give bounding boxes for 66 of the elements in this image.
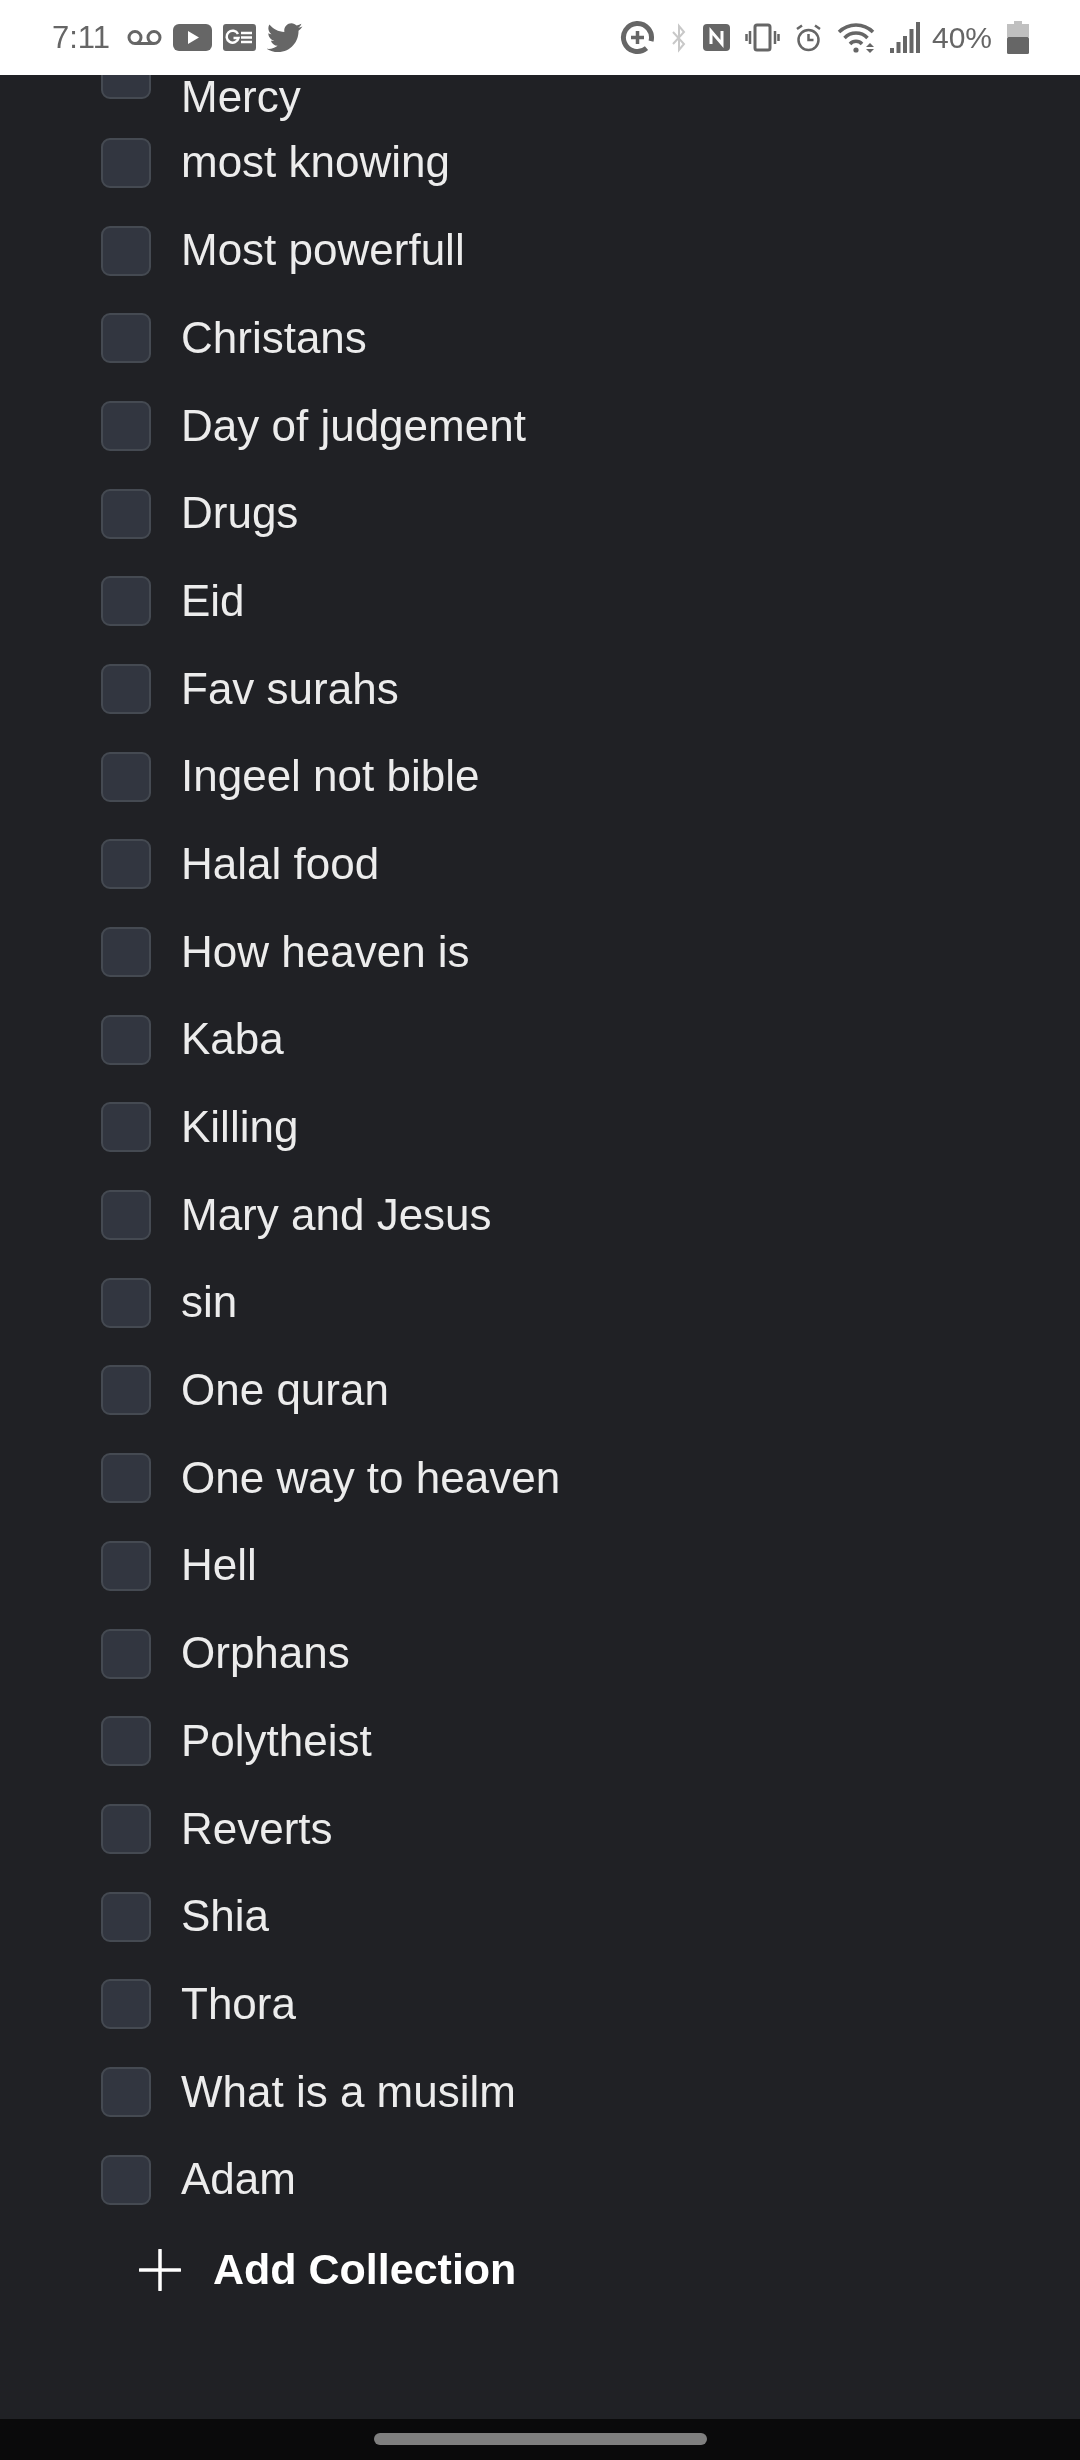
checkbox[interactable] [101,1979,151,2030]
nfc-icon [702,24,730,51]
checkbox[interactable] [101,576,151,627]
checkbox[interactable] [101,313,151,364]
collection-label: Halal food [181,837,380,890]
checkbox[interactable] [101,751,151,802]
checkbox[interactable] [101,488,151,539]
checkbox[interactable] [101,1277,151,1328]
checkbox[interactable] [101,839,151,890]
collection-label: Mercy [181,75,301,119]
checkbox[interactable] [101,2154,151,2205]
vibrate-icon [744,23,780,52]
collection-label: Kaba [181,1013,284,1066]
checkbox[interactable] [101,1716,151,1767]
collection-label: sin [181,1276,238,1329]
collection-label: Christans [181,311,367,364]
checkbox[interactable] [101,1803,151,1854]
collection-label: Shia [181,1890,270,1943]
collection-label: Thora [181,1977,296,2030]
checkbox[interactable] [101,400,151,451]
collection-label: most knowing [181,136,450,189]
checkbox[interactable] [101,225,151,276]
checkbox[interactable] [101,927,151,978]
checkbox[interactable] [101,1891,151,1942]
collection-label: Orphans [181,1627,350,1680]
checkbox[interactable] [101,1453,151,1504]
collection-label: Ingeel not bible [181,750,480,803]
collection-label: Eid [181,574,245,627]
news-icon [223,24,257,51]
collection-label: Reverts [181,1802,333,1855]
collection-label: How heaven is [181,925,470,978]
signal-icon [889,22,921,53]
collection-label: Mary and Jesus [181,1188,492,1241]
collection-label: One quran [181,1364,389,1417]
checkbox[interactable] [101,1365,151,1416]
collection-label: What is a musilm [181,2065,516,2118]
play-icon [173,24,213,51]
checkbox[interactable] [101,1628,151,1679]
collection-label: Fav surahs [181,662,399,715]
voicemail-icon [127,29,163,46]
circle-plus-icon [619,20,655,55]
bluetooth-icon [669,22,688,53]
collection-label: Most powerfull [181,224,465,277]
checkbox[interactable] [101,663,151,714]
checkbox[interactable] [101,1190,151,1241]
battery-icon [1007,21,1029,54]
checkbox[interactable] [101,1102,151,1153]
plus-icon [139,2248,181,2291]
collection-label: Killing [181,1101,299,1153]
collection-label: Polytheist [181,1714,372,1767]
checkbox[interactable] [101,1014,151,1065]
checkbox[interactable] [101,2066,151,2117]
add-collection-button[interactable]: Add Collection [125,2223,531,2316]
bird-icon [267,22,304,53]
battery-percent: 40% [931,22,992,53]
collection-label: Drugs [181,487,299,540]
collection-label: Day of judgement [181,399,526,452]
home-indicator[interactable] [373,2433,707,2445]
checkbox[interactable] [101,137,151,188]
checkbox[interactable] [101,1540,151,1591]
clock-time: 7:11 [52,22,111,53]
alarm-icon [794,23,822,52]
collection-label: Adam [181,2153,296,2206]
collection-label: One way to heaven [181,1451,561,1504]
wifi-icon [836,21,875,54]
collection-label: Hell [181,1539,257,1592]
